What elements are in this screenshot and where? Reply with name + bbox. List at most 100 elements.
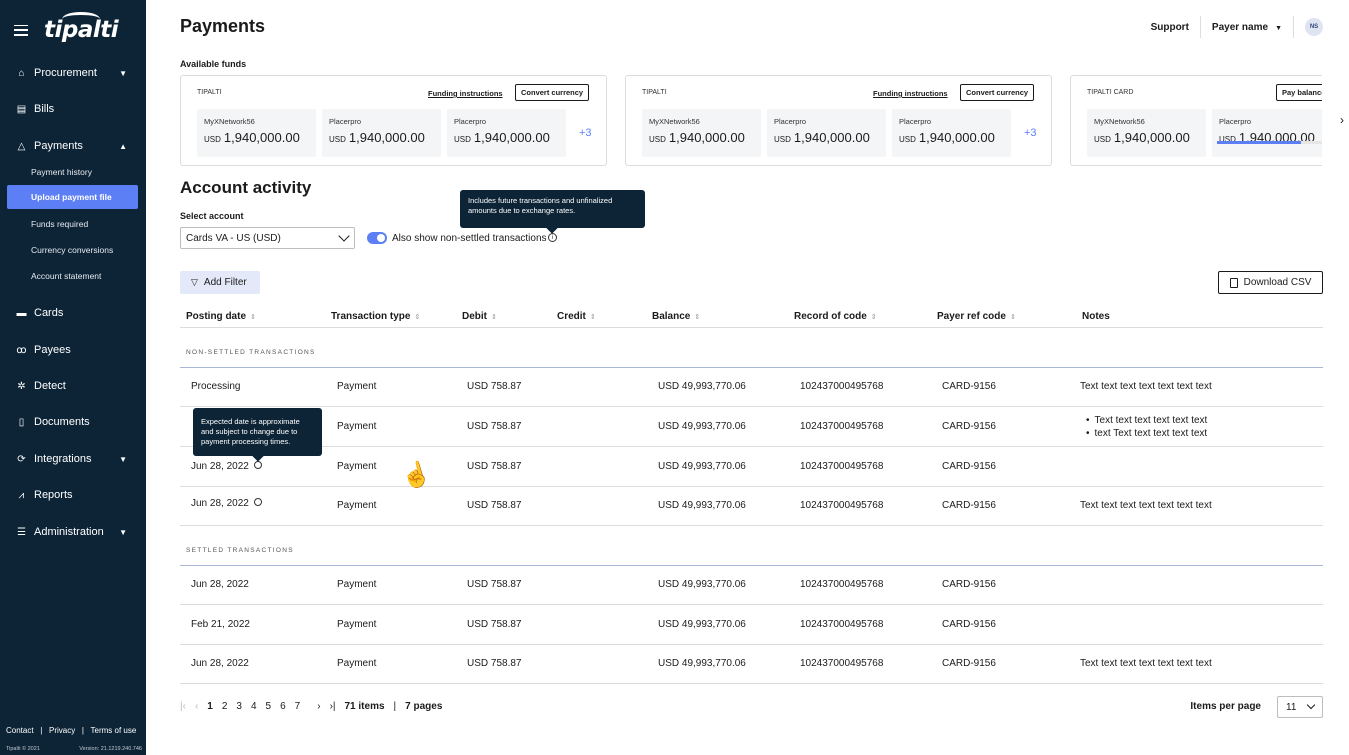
- items-per-page-select[interactable]: 11: [1277, 696, 1323, 718]
- payer-dropdown[interactable]: Payer name ▼: [1212, 22, 1282, 33]
- subnav-label: Account statement: [31, 271, 102, 281]
- subnav-upload-payment-file[interactable]: Upload payment file: [7, 185, 138, 209]
- note-bullet: text Text text text text text: [1086, 428, 1208, 441]
- cell-balance: USD 49,993,770.06: [658, 619, 746, 630]
- convert-currency-button[interactable]: Convert currency: [960, 84, 1035, 101]
- fund-value: 1,940,000.00: [223, 130, 300, 145]
- fund-currency: USD: [454, 135, 471, 144]
- more-funds-link[interactable]: +3: [1024, 127, 1037, 139]
- add-filter-label: Add Filter: [203, 277, 247, 288]
- column-header-balance[interactable]: Balance ⇕: [652, 311, 700, 322]
- pages-count: 7 pages: [405, 701, 443, 712]
- chevron-right-icon[interactable]: ›: [1340, 113, 1344, 127]
- info-icon[interactable]: i: [548, 233, 557, 242]
- nav-label: Administration: [34, 526, 104, 538]
- column-label: Debit: [462, 311, 487, 322]
- column-header-posting-date[interactable]: Posting date ⇕: [186, 311, 256, 322]
- funding-instructions-link[interactable]: Funding instructions: [873, 89, 948, 98]
- expected-date-tooltip: Expected date is approximate and subject…: [193, 408, 322, 456]
- more-funds-link[interactable]: +3: [579, 127, 592, 139]
- nav-administration[interactable]: ☰ Administration ▼: [0, 519, 146, 545]
- page-number[interactable]: 3: [236, 701, 242, 712]
- account-select-value: Cards VA - US (USD): [186, 232, 281, 244]
- cell-record: 102437000495768: [800, 381, 884, 392]
- nav-label: Integrations: [34, 453, 92, 465]
- column-header-credit[interactable]: Credit ⇕: [557, 311, 596, 322]
- download-csv-button[interactable]: Download CSV: [1218, 271, 1323, 294]
- bill-icon: ▤: [16, 103, 27, 115]
- nav-payees[interactable]: ꝏ Payees: [0, 337, 146, 363]
- fund-tile: MyXNetwork56 USD 1,940,000.00: [197, 109, 316, 157]
- nav-payments[interactable]: △ Payments ▲: [0, 133, 146, 159]
- table-row[interactable]: Jun 28, 2022 Payment USD 758.87 USD 49,9…: [180, 644, 1323, 684]
- table-row[interactable]: Payment USD 758.87 USD 49,993,770.06 102…: [180, 407, 1323, 447]
- nav-reports[interactable]: ⩘ Reports: [0, 482, 146, 508]
- table-row[interactable]: Jun 28, 2022 Payment USD 758.87 USD 49,9…: [180, 565, 1323, 605]
- column-header-record-of-code[interactable]: Record of code ⇕: [794, 311, 877, 322]
- nav-label: Documents: [34, 416, 90, 428]
- non-settled-toggle[interactable]: [367, 232, 387, 244]
- column-header-debit[interactable]: Debit ⇕: [462, 311, 497, 322]
- date-text: Jun 28, 2022: [191, 461, 249, 472]
- fund-name: MyXNetwork56: [204, 117, 255, 126]
- nav-cards[interactable]: ▬ Cards: [0, 300, 146, 326]
- page-number[interactable]: 6: [280, 701, 286, 712]
- subnav-account-statement[interactable]: Account statement: [7, 264, 138, 288]
- file-icon: [1229, 277, 1238, 288]
- subnav-funds-required[interactable]: Funds required: [7, 212, 138, 236]
- nav-integrations[interactable]: ⟳ Integrations ▼: [0, 446, 146, 472]
- table-row[interactable]: Jun 28, 2022 Payment USD 758.87 USD 49,9…: [180, 486, 1323, 526]
- nav-detect[interactable]: ✲ Detect: [0, 373, 146, 399]
- chart-icon: ⩘: [18, 489, 25, 501]
- detect-icon: ✲: [17, 380, 26, 392]
- clock-icon[interactable]: [253, 498, 262, 506]
- sort-icon: ⇕: [870, 314, 877, 321]
- page-number[interactable]: 2: [222, 701, 228, 712]
- last-page-icon[interactable]: ›|: [330, 701, 336, 712]
- people-icon: ꝏ: [16, 344, 27, 356]
- fund-name: Placerpro: [774, 117, 807, 126]
- subnav-payment-history[interactable]: Payment history: [7, 160, 138, 184]
- privacy-link[interactable]: Privacy: [49, 726, 75, 735]
- contact-link[interactable]: Contact: [6, 726, 34, 735]
- cell-balance: USD 49,993,770.06: [658, 421, 746, 432]
- sort-icon: ⇕: [589, 314, 596, 321]
- add-filter-button[interactable]: ▽ Add Filter: [180, 271, 260, 294]
- fund-currency: USD: [204, 135, 221, 144]
- clock-icon[interactable]: [253, 461, 262, 469]
- page-number[interactable]: 7: [295, 701, 301, 712]
- nav-procurement[interactable]: ⌂ Procurement ▼: [0, 60, 146, 86]
- funding-instructions-link[interactable]: Funding instructions: [428, 89, 503, 98]
- chevron-down-icon: [1306, 700, 1316, 710]
- carousel-fade: [1322, 70, 1349, 170]
- fund-amount: USD 1,940,000.00: [204, 130, 309, 145]
- prev-page-icon[interactable]: ‹: [195, 701, 198, 712]
- items-per-page-value: 11: [1286, 701, 1297, 713]
- card-name: TIPALTI CARD: [1087, 89, 1134, 96]
- page-number[interactable]: 5: [266, 701, 272, 712]
- table-row[interactable]: Processing Payment USD 758.87 USD 49,993…: [180, 367, 1323, 407]
- fund-value: 1,940,000.00: [348, 130, 425, 145]
- table-row[interactable]: Jun 28, 2022 Payment USD 758.87 USD 49,9…: [180, 447, 1323, 487]
- select-account-label: Select account: [180, 211, 244, 221]
- table-row[interactable]: Feb 21, 2022 Payment USD 758.87 USD 49,9…: [180, 605, 1323, 645]
- next-page-icon[interactable]: ›: [317, 701, 320, 712]
- fund-currency: USD: [649, 135, 666, 144]
- column-header-payer-ref-code[interactable]: Payer ref code ⇕: [937, 311, 1016, 322]
- page-number[interactable]: 1: [207, 701, 213, 712]
- nav-bills[interactable]: ▤ Bills: [0, 96, 146, 122]
- subnav-currency-conversions[interactable]: Currency conversions: [7, 238, 138, 262]
- page-number[interactable]: 4: [251, 701, 257, 712]
- first-page-icon[interactable]: |‹: [180, 701, 186, 712]
- hamburger-menu-icon[interactable]: [14, 24, 28, 36]
- nav-documents[interactable]: ▯ Documents: [0, 409, 146, 435]
- support-link[interactable]: Support: [1151, 22, 1189, 33]
- terms-link[interactable]: Terms of use: [91, 726, 137, 735]
- column-header-transaction-type[interactable]: Transaction type ⇕: [331, 311, 420, 322]
- fund-value: 1,940,000.00: [793, 130, 870, 145]
- avatar[interactable]: NS: [1305, 18, 1323, 36]
- tipalti-logo[interactable]: tipalti: [44, 12, 119, 43]
- sort-icon: ⇕: [491, 314, 497, 321]
- account-select[interactable]: Cards VA - US (USD): [180, 227, 355, 249]
- convert-currency-button[interactable]: Convert currency: [515, 84, 590, 101]
